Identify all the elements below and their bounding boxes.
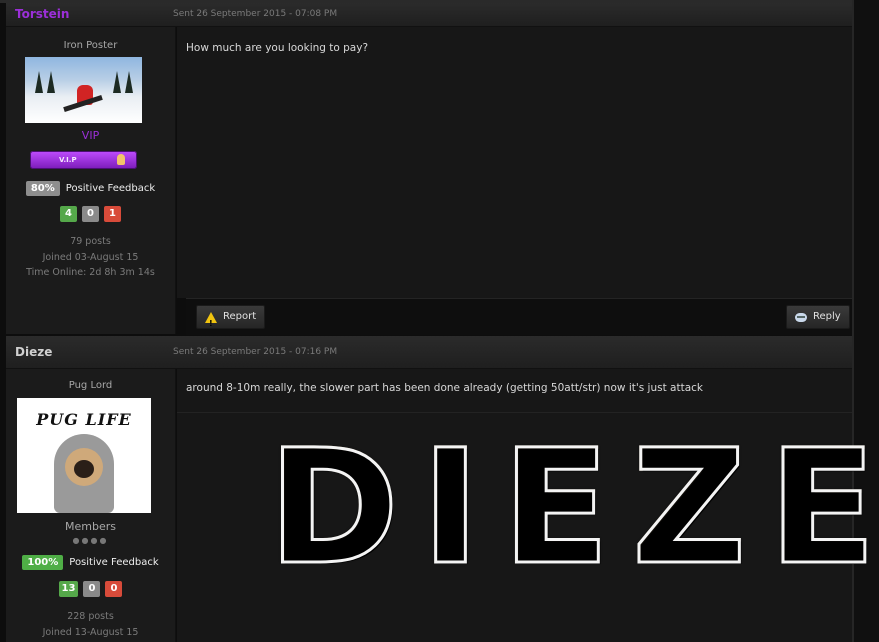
time-online: Time Online: 2d 8h 3m 14s [26, 267, 155, 278]
feedback-label: Positive Feedback [65, 183, 156, 194]
speech-bubble-icon [795, 312, 807, 322]
vip-badge: V.I.P [30, 151, 137, 169]
signature-letter: I [420, 416, 482, 600]
author-name[interactable]: Torstein [15, 7, 69, 21]
post-message: How much are you looking to pay? [177, 27, 852, 298]
user-avatar[interactable] [25, 57, 142, 123]
vip-badge-text: V.I.P [59, 156, 77, 164]
signature-image: D I E Z E [266, 416, 877, 600]
post-count: 228 posts [67, 611, 114, 622]
avatar-caption: PUG LIFE [36, 410, 132, 429]
neutral-count[interactable]: 0 [83, 581, 101, 597]
positive-count[interactable]: 4 [60, 206, 77, 222]
crown-icon [117, 154, 125, 165]
neutral-count[interactable]: 0 [82, 206, 99, 222]
snowboarder-figure [77, 85, 93, 105]
feedback-counts: 4 0 1 [6, 206, 175, 222]
signature-letter: E [767, 416, 878, 600]
user-stats: 79 posts Joined 03-August 15 Time Online… [6, 234, 175, 281]
signature-letter: Z [630, 416, 748, 600]
user-group: Members [65, 520, 116, 533]
user-stats: 228 posts Joined 13-August 15 [6, 609, 175, 640]
user-avatar[interactable]: PUG LIFE [17, 398, 151, 513]
feedback-counts: 13 0 0 [6, 581, 175, 597]
message-text: around 8-10m really, the slower part has… [186, 382, 703, 394]
user-rank: Pug Lord [68, 380, 113, 391]
user-group: VIP [81, 129, 100, 142]
positive-count[interactable]: 13 [58, 581, 79, 597]
feedback-summary[interactable]: 100% Positive Feedback [6, 555, 175, 570]
message-text: How much are you looking to pay? [186, 42, 369, 54]
feedback-percent: 100% [22, 555, 64, 570]
pug-face [65, 448, 103, 486]
post-actions: Report Reply [186, 298, 852, 335]
report-button[interactable]: Report [196, 305, 266, 335]
post-header: Torstein Sent 26 September 2015 - 07:08 … [6, 3, 852, 27]
negative-count[interactable]: 0 [105, 581, 123, 597]
reply-button[interactable]: Reply [786, 305, 850, 329]
user-rank: Iron Poster [63, 40, 118, 51]
post-timestamp: Sent 26 September 2015 - 07:16 PM [173, 347, 338, 357]
join-date: Joined 13-August 15 [42, 626, 139, 638]
signature-letter: D [266, 416, 400, 600]
feedback-label: Positive Feedback [69, 557, 159, 568]
signature-letter: E [500, 416, 611, 600]
post-header: Dieze Sent 26 September 2015 - 07:16 PM [6, 336, 852, 369]
author-name[interactable]: Dieze [15, 345, 52, 359]
signature-divider [177, 412, 852, 413]
warning-icon [205, 311, 217, 335]
negative-count[interactable]: 1 [104, 206, 121, 222]
post-timestamp: Sent 26 September 2015 - 07:08 PM [173, 9, 338, 19]
feedback-summary[interactable]: 80% Positive Feedback [6, 181, 175, 196]
join-date: Joined 03-August 15 [42, 251, 139, 263]
post-count: 79 posts [70, 236, 111, 247]
rank-pips: ●●●● [72, 536, 109, 545]
feedback-percent: 80% [25, 181, 60, 196]
